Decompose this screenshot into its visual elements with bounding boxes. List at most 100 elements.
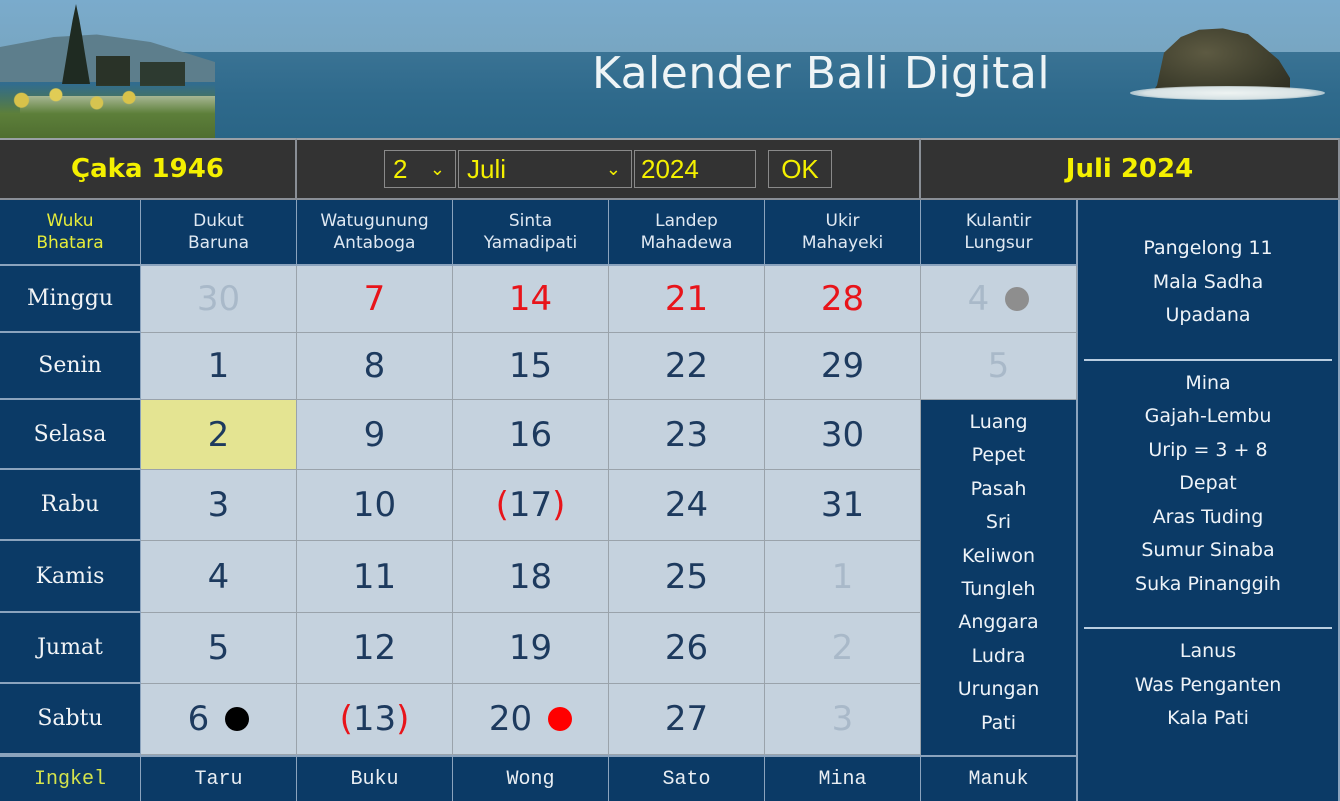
date-cell[interactable]: 1 — [765, 541, 921, 613]
close-paren: ) — [552, 485, 566, 525]
gray-dot-icon — [1005, 287, 1030, 311]
date-number: 9 — [363, 414, 386, 455]
black-dot-icon — [225, 707, 250, 731]
date-cell[interactable]: (13) — [297, 684, 453, 755]
date-cell[interactable]: 14 — [453, 266, 609, 333]
date-cell[interactable]: (17) — [453, 470, 609, 541]
side-block-pangelong: Pangelong 11 Mala Sadha Upadana — [1078, 232, 1338, 333]
side-info-line: Suka Pinanggih — [1135, 572, 1281, 595]
date-cell[interactable]: 22 — [609, 333, 765, 400]
wuku-header-cell: Kulantir Lungsur — [921, 200, 1077, 266]
side-info-panel: Pangelong 11 Mala Sadha Upadana Mina Gajah-… — [1077, 200, 1340, 801]
date-cell[interactable]: 24 — [609, 470, 765, 541]
ingkel-cell: Manuk — [921, 755, 1077, 801]
year-input[interactable]: 2024 — [634, 150, 756, 188]
date-cell-today[interactable]: 2 — [141, 400, 297, 470]
date-cell[interactable]: 25 — [609, 541, 765, 613]
bhatara-name: Antaboga — [333, 233, 416, 253]
date-cell[interactable]: 16 — [453, 400, 609, 470]
year-input-value: 2024 — [641, 153, 699, 184]
side-divider — [1084, 358, 1332, 361]
bhatara-label: Bhatara — [36, 233, 104, 253]
date-number: 26 — [664, 628, 709, 668]
date-number: 30 — [196, 279, 241, 319]
bhatara-name: Mahadewa — [640, 233, 733, 253]
day-select[interactable]: 2 ⌄ — [384, 150, 456, 188]
ingkel-cell: Mina — [765, 755, 921, 801]
date-cell[interactable]: 21 — [609, 266, 765, 333]
date-number: 7 — [363, 279, 386, 319]
caka-year-cell: Çaka 1946 — [0, 138, 297, 200]
date-cell[interactable]: 12 — [297, 613, 453, 684]
date-number: 17 — [508, 485, 553, 525]
ingkel-cell: Taru — [141, 755, 297, 801]
side-info-line: Mala Sadha — [1152, 270, 1264, 293]
date-number: 28 — [820, 279, 865, 319]
date-cell[interactable]: 11 — [297, 541, 453, 613]
date-number: 24 — [664, 485, 709, 525]
date-cell[interactable]: 18 — [453, 541, 609, 613]
date-cell[interactable]: 30 — [765, 400, 921, 470]
date-cell[interactable]: 5 — [141, 613, 297, 684]
date-number: 15 — [508, 346, 553, 386]
red-dot-icon — [548, 707, 573, 731]
date-cell[interactable]: 19 — [453, 613, 609, 684]
date-cell[interactable]: 29 — [765, 333, 921, 400]
date-cell[interactable]: 30 — [141, 266, 297, 333]
date-number: 23 — [664, 414, 709, 455]
date-number: 4 — [207, 556, 230, 597]
date-cell[interactable]: 20 — [453, 684, 609, 755]
date-number: 1 — [831, 556, 854, 597]
date-cell[interactable]: 2 — [765, 613, 921, 684]
date-number: 2 — [207, 414, 230, 455]
month-year-label: Juli 2024 — [1065, 154, 1194, 184]
calendar-grid: Çaka 1946 2 ⌄ Juli ⌄ 2024 OK Juli 2024 W… — [0, 138, 1340, 801]
date-number: 31 — [820, 485, 865, 525]
day-info-item: Pepet — [971, 444, 1026, 467]
header-banner: Kalender Bali Digital — [0, 0, 1340, 138]
date-cell[interactable]: 7 — [297, 266, 453, 333]
date-cell[interactable]: 27 — [609, 684, 765, 755]
day-name-label: Kamis — [0, 541, 141, 613]
day-info-item: Keliwon — [962, 544, 1035, 567]
date-cell[interactable]: 4 — [141, 541, 297, 613]
date-cell[interactable]: 10 — [297, 470, 453, 541]
side-info-line: Aras Tuding — [1152, 505, 1264, 528]
date-cell[interactable]: 23 — [609, 400, 765, 470]
day-name-label: Jumat — [0, 613, 141, 684]
date-number: 10 — [352, 485, 397, 525]
date-cell[interactable]: 3 — [765, 684, 921, 755]
ok-button[interactable]: OK — [768, 150, 832, 188]
date-number: 8 — [363, 346, 386, 386]
caka-year-label: Çaka 1946 — [71, 154, 224, 184]
date-number: 3 — [831, 699, 854, 739]
date-cell[interactable]: 9 — [297, 400, 453, 470]
chevron-down-icon: ⌄ — [605, 159, 621, 179]
day-name-label: Rabu — [0, 470, 141, 541]
date-number: 29 — [820, 346, 865, 386]
date-cell[interactable]: 1 — [141, 333, 297, 400]
date-cell[interactable]: 15 — [453, 333, 609, 400]
day-info-item: Anggara — [958, 611, 1039, 634]
date-number: 14 — [508, 279, 553, 319]
date-cell[interactable]: 8 — [297, 333, 453, 400]
side-info-line: Lanus — [1179, 640, 1237, 662]
day-name-label: Senin — [0, 333, 141, 400]
date-number: 12 — [352, 628, 397, 668]
date-cell[interactable]: 4 — [921, 266, 1077, 333]
month-select-value: Juli — [467, 153, 507, 184]
date-cell[interactable]: 6 — [141, 684, 297, 755]
date-cell[interactable]: 5 — [921, 333, 1077, 400]
date-cell[interactable]: 26 — [609, 613, 765, 684]
date-number: 21 — [664, 279, 709, 319]
date-cell[interactable]: 31 — [765, 470, 921, 541]
side-info-line: Pangelong 11 — [1143, 237, 1273, 259]
open-paren: ( — [339, 699, 353, 739]
date-cell[interactable]: 3 — [141, 470, 297, 541]
date-number: 13 — [352, 699, 397, 739]
month-select[interactable]: Juli ⌄ — [458, 150, 632, 188]
ingkel-header: Ingkel — [0, 755, 141, 801]
wuku-name: Sinta — [508, 211, 553, 231]
bhatara-name: Lungsur — [964, 233, 1033, 253]
date-cell[interactable]: 28 — [765, 266, 921, 333]
